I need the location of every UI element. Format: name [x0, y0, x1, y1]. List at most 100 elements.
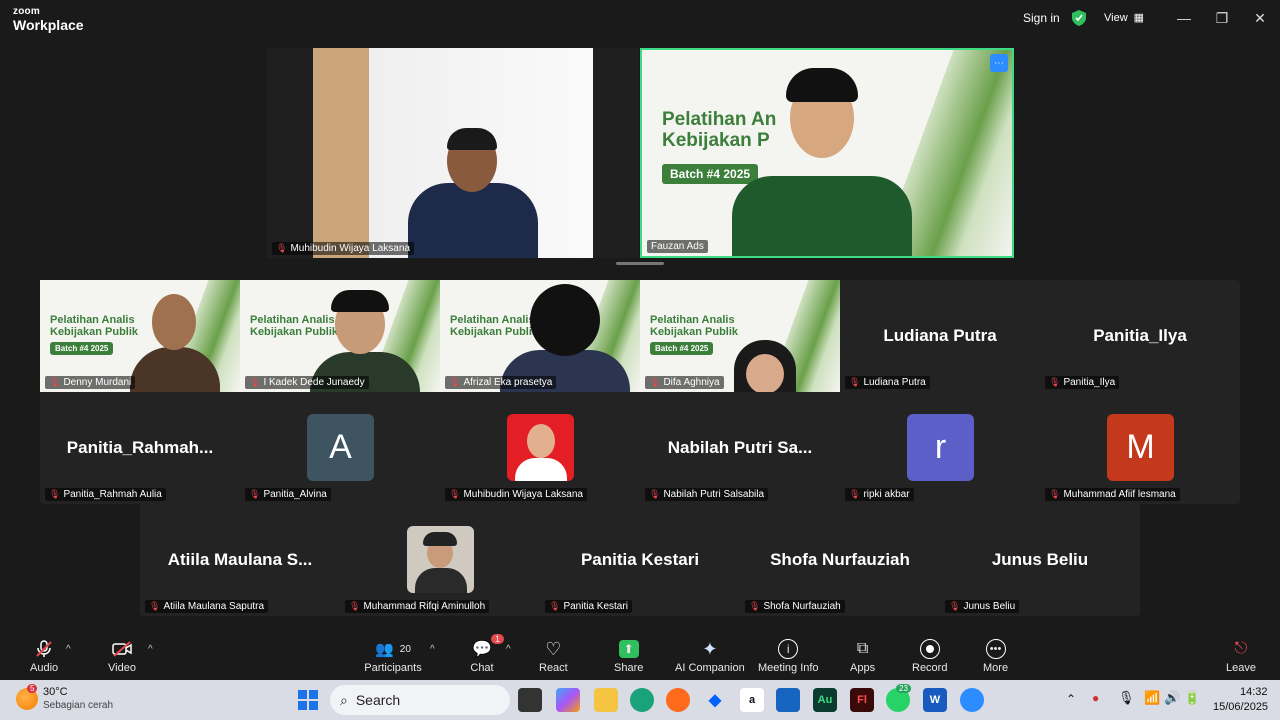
record-button[interactable]: Record — [912, 638, 947, 674]
apps-button[interactable]: ⧉ Apps — [850, 638, 875, 674]
store-icon[interactable] — [776, 688, 800, 712]
task-view-icon[interactable] — [518, 688, 542, 712]
copilot-icon[interactable] — [556, 688, 580, 712]
speaker-body — [732, 176, 912, 256]
tray-overflow-icon[interactable]: ⌃ — [1066, 692, 1076, 706]
ai-companion-button[interactable]: ✦ AI Companion — [675, 638, 745, 675]
windows-taskbar: 5 30°C Sebagian cerah ⌕ Search ◆ a Au Fl… — [0, 680, 1280, 720]
participant-tile[interactable]: Pelatihan Analis Kebijakan Publik 🎙 I Kade… — [240, 280, 440, 392]
participant-display-name: Atiila Maulana S... — [167, 550, 313, 569]
speaker-tile-1[interactable]: 🎙 Muhibudin Wijaya Laksana — [267, 48, 639, 258]
mic-muted-icon: 🎙 — [649, 489, 661, 499]
word-icon[interactable]: W — [923, 688, 947, 712]
zoom-logo: zoom Workplace — [13, 6, 84, 33]
audio-caret-icon[interactable]: ^ — [66, 644, 71, 655]
participant-display-name: Panitia Kestari — [580, 550, 700, 569]
minimize-icon[interactable]: — — [1174, 8, 1194, 28]
participant-tile[interactable]: 🎙 Muhibudin Wijaya Laksana — [440, 392, 640, 504]
name-tag: 🎙 Ludiana Putra — [845, 376, 930, 389]
mic-muted-icon: 🎙 — [349, 601, 361, 611]
zoom-taskbar-icon[interactable] — [960, 688, 984, 712]
file-explorer-icon[interactable] — [594, 688, 618, 712]
participants-button[interactable]: 👥 20 Participants — [363, 638, 423, 674]
wifi-icon[interactable]: 📶 — [1144, 690, 1160, 706]
record-icon — [918, 638, 942, 660]
encryption-shield-icon[interactable] — [1072, 10, 1086, 26]
participant-tile[interactable]: Shofa Nurfauziah 🎙 Shofa Nurfauziah — [740, 504, 940, 616]
record-label: Record — [912, 662, 948, 674]
clock-date[interactable]: 15/06/2025 — [1213, 701, 1268, 713]
name-tag: 🎙 Shofa Nurfauziah — [745, 600, 845, 613]
weather-temp[interactable]: 30°C — [43, 686, 68, 698]
sign-in-button[interactable]: Sign in — [1023, 11, 1060, 25]
clock-time[interactable]: 14:32 — [1240, 686, 1268, 698]
photo-face — [527, 424, 555, 458]
participant-tile[interactable]: Pelatihan Analis Kebijakan Publik 🎙 Afriza… — [440, 280, 640, 392]
participants-count: 20 — [399, 643, 411, 655]
participant-name: Muhibudin Wijaya Laksana — [463, 489, 583, 500]
participant-tile[interactable]: Pelatihan Analis Kebijakan Publik Batch #… — [40, 280, 240, 392]
participant-name: Panitia_Alvina — [263, 489, 327, 500]
participant-tile[interactable]: Pelatihan Analis Kebijakan Publik Batch #… — [640, 280, 840, 392]
mic-muted-icon: 🎙 — [49, 489, 61, 499]
react-button[interactable]: ♡ React — [539, 638, 568, 675]
name-tag: 🎙 Nabilah Putri Salsabila — [645, 488, 769, 501]
battery-icon[interactable]: 🔋 — [1184, 690, 1200, 706]
participant-tile[interactable]: Panitia_Rahmah... 🎙 Panitia_Rahmah Aulia — [40, 392, 240, 504]
audition-icon[interactable]: Au — [813, 688, 837, 712]
participant-tile[interactable]: r 🎙 ripki akbar — [840, 392, 1040, 504]
info-icon: i — [776, 638, 800, 660]
more-options-icon[interactable]: ⋯ — [990, 54, 1008, 72]
logo-line1: zoom — [13, 6, 40, 17]
more-button[interactable]: ••• More — [983, 638, 1008, 674]
dropbox-icon[interactable]: ◆ — [703, 688, 727, 712]
participants-caret-icon[interactable]: ^ — [430, 644, 435, 655]
heart-icon: ♡ — [545, 638, 562, 659]
name-tag: Fauzan Ads — [647, 240, 708, 253]
edge-icon[interactable] — [630, 688, 654, 712]
banner-title-line1: Pelatihan Analis — [450, 314, 535, 326]
audio-button[interactable]: Audio — [30, 638, 58, 674]
participant-tile[interactable]: Atiila Maulana S... 🎙 Atiila Maulana Sapu… — [140, 504, 340, 616]
tray-mic-icon[interactable]: 🎙 — [1118, 690, 1135, 706]
mic-muted-icon: 🎙 — [849, 489, 861, 499]
participant-tile[interactable]: Nabilah Putri Sa... 🎙 Nabilah Putri Salsa… — [640, 392, 840, 504]
firefox-icon[interactable] — [666, 688, 690, 712]
tray-app-icon[interactable]: ● — [1092, 691, 1099, 705]
participant-tile[interactable]: Panitia Kestari 🎙 Panitia Kestari — [540, 504, 740, 616]
view-button[interactable]: View ▦ — [1104, 11, 1144, 25]
logo-line2: Workplace — [13, 17, 84, 33]
participant-tile[interactable]: 🎙 Muhammad Rifqi Aminulloh — [340, 504, 540, 616]
amazon-icon[interactable]: a — [740, 688, 764, 712]
participant-tile[interactable]: M 🎙 Muhammad Afiif lesmana — [1040, 392, 1240, 504]
share-arrow-icon: ⬆ — [618, 640, 639, 658]
share-button[interactable]: ⬆ Share — [614, 638, 643, 674]
animate-icon[interactable]: Fl — [850, 688, 874, 712]
chat-button[interactable]: 💬 1 Chat — [470, 634, 504, 674]
meeting-info-button[interactable]: i Meeting Info — [758, 638, 819, 674]
name-tag: 🎙 Denny Murdani — [45, 376, 136, 389]
video-button[interactable]: Video — [108, 638, 136, 674]
video-caret-icon[interactable]: ^ — [148, 644, 153, 655]
taskbar-search[interactable]: ⌕ Search — [330, 685, 510, 715]
banner-title: Pelatihan Analis Kebijakan Publik — [650, 314, 738, 338]
volume-icon[interactable]: 🔊 — [1164, 690, 1180, 706]
name-tag: 🎙 Muhibudin Wijaya Laksana — [445, 488, 587, 501]
speaker-video — [313, 48, 593, 258]
participant-tile[interactable]: Junus Beliu 🎙 Junus Beliu — [940, 504, 1140, 616]
windows-start-icon[interactable] — [296, 688, 320, 712]
resize-handle[interactable] — [616, 262, 664, 265]
batch-label: Batch #4 2025 — [650, 342, 714, 355]
mic-muted-icon: 🎙 — [1049, 489, 1061, 499]
restore-icon[interactable]: ❐ — [1212, 8, 1232, 28]
participant-tile[interactable]: A 🎙 Panitia_Alvina — [240, 392, 440, 504]
speaker-tile-2-active[interactable]: Pelatihan An Kebijakan P Batch #4 2025 ⋯… — [640, 48, 1014, 258]
close-icon[interactable]: ✕ — [1250, 8, 1270, 28]
chat-caret-icon[interactable]: ^ — [506, 644, 511, 655]
participant-tile[interactable]: Ludiana Putra 🎙 Ludiana Putra — [840, 280, 1040, 392]
leave-button[interactable]: ⎋ Leave — [1226, 638, 1256, 674]
person-head — [530, 284, 600, 356]
banner-title-line2: Kebijakan Publik — [50, 326, 139, 339]
participant-tile[interactable]: Panitia_Ilya 🎙 Panitia_Ilya — [1040, 280, 1240, 392]
name-tag: 🎙 I Kadek Dede Junaedy — [245, 376, 369, 389]
